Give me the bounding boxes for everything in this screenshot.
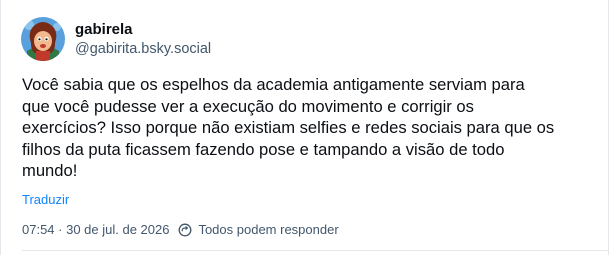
avatar[interactable] (21, 17, 65, 61)
post-meta: 07:54 · 30 de jul. de 2026 Todos podem r… (22, 222, 339, 238)
divider (22, 250, 608, 251)
post-author-header: gabirela @gabirita.bsky.social (21, 17, 211, 61)
reply-settings-icon (178, 223, 192, 237)
author-display-name[interactable]: gabirela (75, 20, 211, 39)
author-names: gabirela @gabirita.bsky.social (75, 20, 211, 59)
post-thread-card: gabirela @gabirita.bsky.social Você sabi… (0, 0, 609, 255)
post-text: Você sabia que os espelhos da academia a… (22, 75, 555, 180)
translate-link[interactable]: Traduzir (22, 192, 69, 208)
author-handle[interactable]: @gabirita.bsky.social (75, 40, 211, 59)
reply-setting-label[interactable]: Todos podem responder (198, 222, 338, 238)
post-timestamp[interactable]: 07:54 · 30 de jul. de 2026 (22, 222, 169, 238)
